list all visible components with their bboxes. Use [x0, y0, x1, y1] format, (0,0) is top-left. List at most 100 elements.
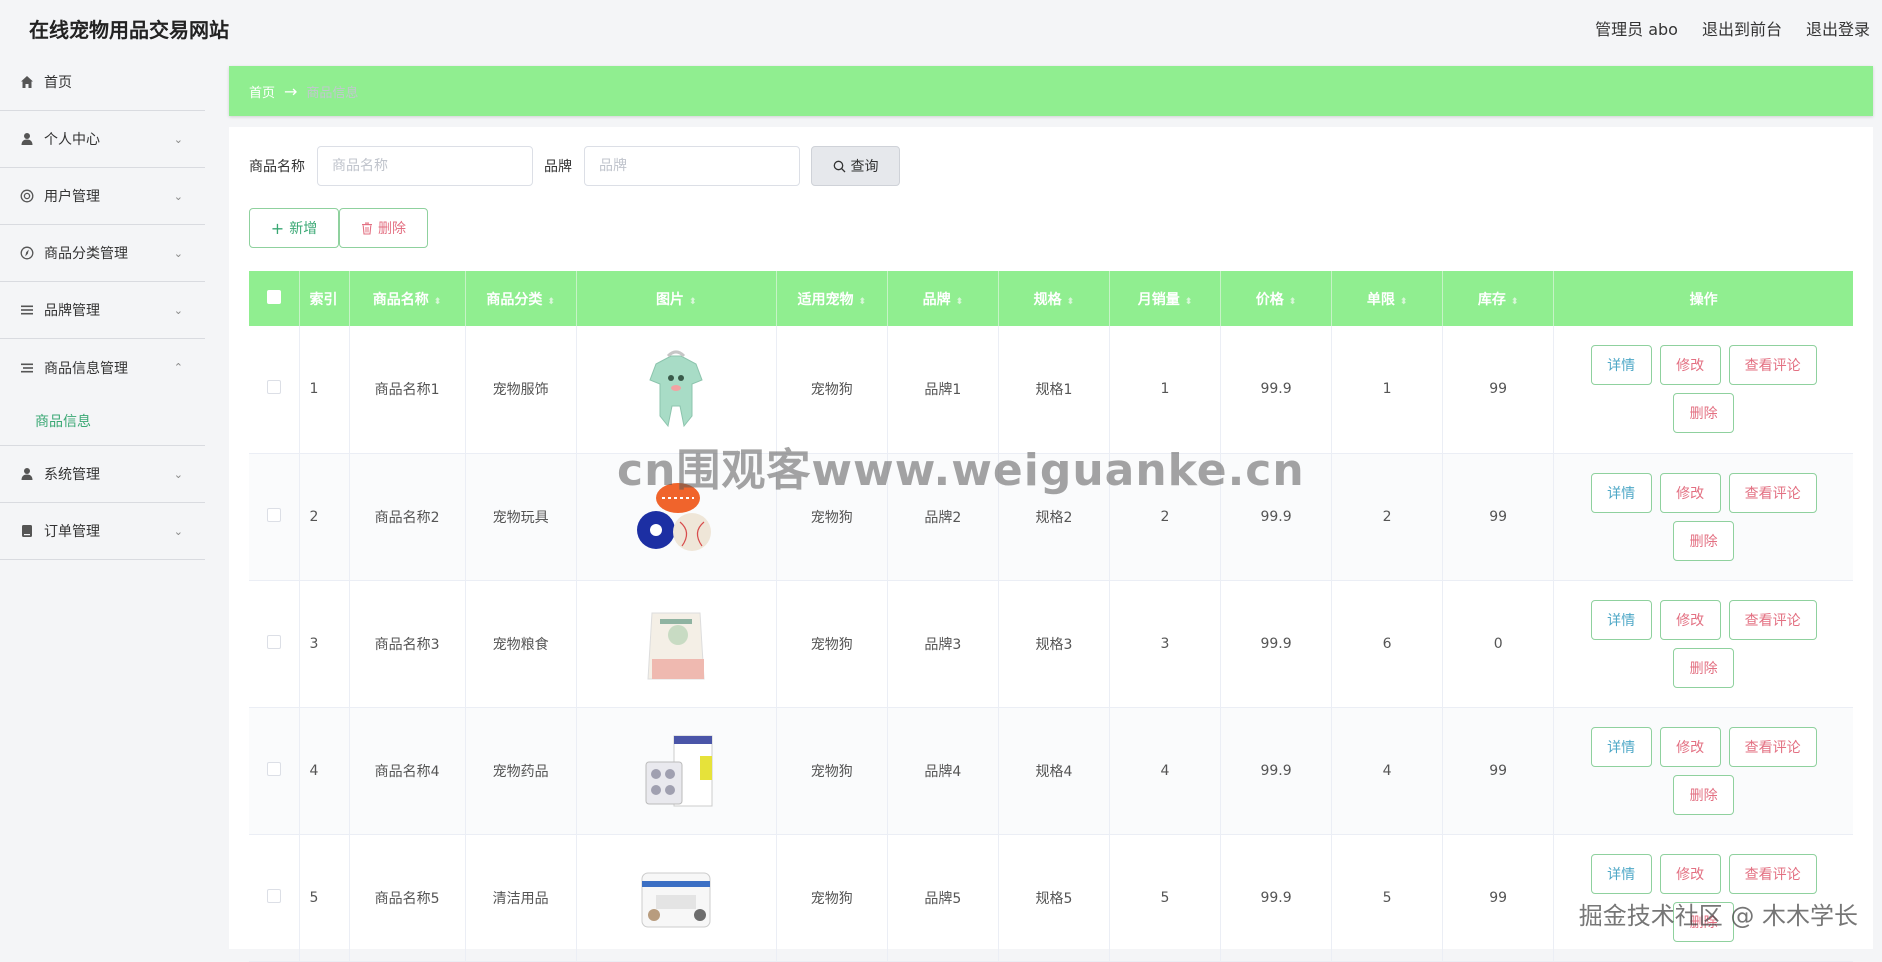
chevron-up-icon: ⌃: [173, 361, 183, 374]
cell-operations: 详情 修改 查看评论 删除: [1554, 707, 1853, 834]
sort-icon[interactable]: ⬍: [1289, 297, 1297, 307]
sidebar-item-label: 品牌管理: [44, 303, 100, 319]
sidebar-subitem-product-info[interactable]: 商品信息: [0, 396, 205, 446]
sort-icon[interactable]: ⬍: [956, 297, 964, 307]
cell-image: [576, 834, 777, 961]
add-button[interactable]: + 新增: [249, 208, 339, 248]
batch-delete-button[interactable]: 删除: [339, 208, 428, 248]
sidebar-item-home[interactable]: 首页: [0, 54, 205, 111]
delete-button[interactable]: 删除: [1673, 393, 1735, 434]
cell-name: 商品名称3: [349, 580, 466, 707]
view-reviews-button[interactable]: 查看评论: [1728, 345, 1817, 386]
row-operations: 详情 修改 查看评论 删除: [1584, 726, 1824, 815]
cell-category: 宠物药品: [465, 707, 577, 834]
edit-button[interactable]: 修改: [1659, 599, 1721, 640]
row-select-cell[interactable]: [249, 834, 300, 961]
sort-icon[interactable]: ⬍: [859, 297, 867, 307]
sort-icon[interactable]: ⬍: [547, 297, 555, 307]
cell-limit: 2: [1331, 453, 1444, 580]
sidebar-item-product-info-management[interactable]: 商品信息管理 ⌃: [0, 339, 205, 396]
col-category[interactable]: 商品分类 ⬍: [465, 271, 577, 326]
col-image[interactable]: 图片 ⬍: [576, 271, 777, 326]
delete-button[interactable]: 删除: [1673, 774, 1735, 815]
edit-button[interactable]: 修改: [1659, 472, 1721, 513]
pet-clothes-image: [626, 344, 726, 434]
row-checkbox[interactable]: [266, 888, 281, 903]
row-checkbox[interactable]: [266, 507, 281, 522]
cell-pet: 宠物狗: [776, 580, 888, 707]
row-select-cell[interactable]: [249, 707, 300, 834]
select-all-cell[interactable]: [249, 271, 300, 326]
row-select-cell[interactable]: [249, 453, 300, 580]
pet-wipes-image: [626, 853, 726, 943]
sidebar-item-user-management[interactable]: 用户管理 ⌄: [0, 168, 205, 225]
exit-to-frontend-link[interactable]: 退出到前台: [1702, 16, 1782, 40]
cell-stock: 99: [1442, 707, 1555, 834]
breadcrumb-home[interactable]: 首页: [249, 82, 275, 101]
cell-limit: 6: [1331, 580, 1444, 707]
delete-button[interactable]: 删除: [1673, 520, 1735, 561]
row-checkbox[interactable]: [266, 634, 281, 649]
row-operations: 详情 修改 查看评论 删除: [1584, 472, 1824, 561]
col-pet[interactable]: 适用宠物 ⬍: [776, 271, 888, 326]
col-limit[interactable]: 单限 ⬍: [1331, 271, 1444, 326]
cell-sales: 5: [1109, 834, 1222, 961]
chevron-down-icon: ⌄: [173, 525, 183, 538]
col-price[interactable]: 价格 ⬍: [1220, 271, 1333, 326]
edit-button[interactable]: 修改: [1659, 345, 1721, 386]
col-brand[interactable]: 品牌 ⬍: [887, 271, 999, 326]
sort-icon[interactable]: ⬍: [434, 297, 442, 307]
brand-input[interactable]: [584, 146, 800, 186]
col-sales[interactable]: 月销量 ⬍: [1109, 271, 1222, 326]
select-all-checkbox[interactable]: [266, 289, 281, 304]
row-select-cell[interactable]: [249, 326, 300, 453]
view-reviews-button[interactable]: 查看评论: [1728, 472, 1817, 513]
watermark-center: cn围观客www.weiguanke.cn: [617, 445, 1305, 496]
chevron-down-icon: ⌄: [173, 468, 183, 481]
col-label: 商品名称: [372, 291, 429, 308]
search-button[interactable]: 查询: [811, 146, 900, 186]
pet-medicine-image: [626, 726, 726, 816]
sidebar-item-order-management[interactable]: 订单管理 ⌄: [0, 503, 205, 560]
col-spec[interactable]: 规格 ⬍: [998, 271, 1110, 326]
edit-button[interactable]: 修改: [1659, 726, 1721, 767]
sidebar-item-label: 用户管理: [44, 189, 100, 205]
cell-sales: 4: [1109, 707, 1222, 834]
sort-icon[interactable]: ⬍: [1185, 297, 1193, 307]
row-checkbox[interactable]: [266, 380, 281, 395]
edit-button[interactable]: 修改: [1659, 853, 1721, 894]
cell-name: 商品名称1: [349, 326, 466, 453]
list-icon: [19, 302, 35, 318]
detail-button[interactable]: 详情: [1590, 853, 1652, 894]
delete-button[interactable]: 删除: [1673, 647, 1735, 688]
view-reviews-button[interactable]: 查看评论: [1728, 853, 1817, 894]
admin-user-label[interactable]: 管理员 abo: [1595, 16, 1678, 40]
sidebar-item-system-management[interactable]: 系统管理 ⌄: [0, 446, 205, 503]
logout-link[interactable]: 退出登录: [1806, 16, 1870, 40]
row-select-cell[interactable]: [249, 580, 300, 707]
view-reviews-button[interactable]: 查看评论: [1728, 726, 1817, 767]
sidebar-item-personal-center[interactable]: 个人中心 ⌄: [0, 111, 205, 168]
cell-category: 清洁用品: [465, 834, 577, 961]
sort-icon[interactable]: ⬍: [1511, 297, 1519, 307]
row-operations: 详情 修改 查看评论 删除: [1584, 345, 1824, 434]
row-checkbox[interactable]: [266, 761, 281, 776]
sidebar-item-category-management[interactable]: 商品分类管理 ⌄: [0, 225, 205, 282]
product-name-input[interactable]: [317, 146, 533, 186]
cell-operations: 详情 修改 查看评论 删除: [1554, 326, 1853, 453]
col-name[interactable]: 商品名称 ⬍: [349, 271, 466, 326]
add-button-label: 新增: [289, 221, 318, 237]
col-operations: 操作: [1689, 291, 1718, 308]
sort-icon[interactable]: ⬍: [1067, 297, 1075, 307]
sort-icon[interactable]: ⬍: [1400, 297, 1408, 307]
sort-icon[interactable]: ⬍: [689, 297, 697, 307]
detail-button[interactable]: 详情: [1590, 726, 1652, 767]
sidebar-item-brand-management[interactable]: 品牌管理 ⌄: [0, 282, 205, 339]
detail-button[interactable]: 详情: [1590, 472, 1652, 513]
cell-limit: 4: [1331, 707, 1444, 834]
detail-button[interactable]: 详情: [1590, 599, 1652, 640]
view-reviews-button[interactable]: 查看评论: [1728, 599, 1817, 640]
detail-button[interactable]: 详情: [1590, 345, 1652, 386]
chevron-down-icon: ⌄: [173, 133, 183, 146]
col-stock[interactable]: 库存 ⬍: [1442, 271, 1555, 326]
